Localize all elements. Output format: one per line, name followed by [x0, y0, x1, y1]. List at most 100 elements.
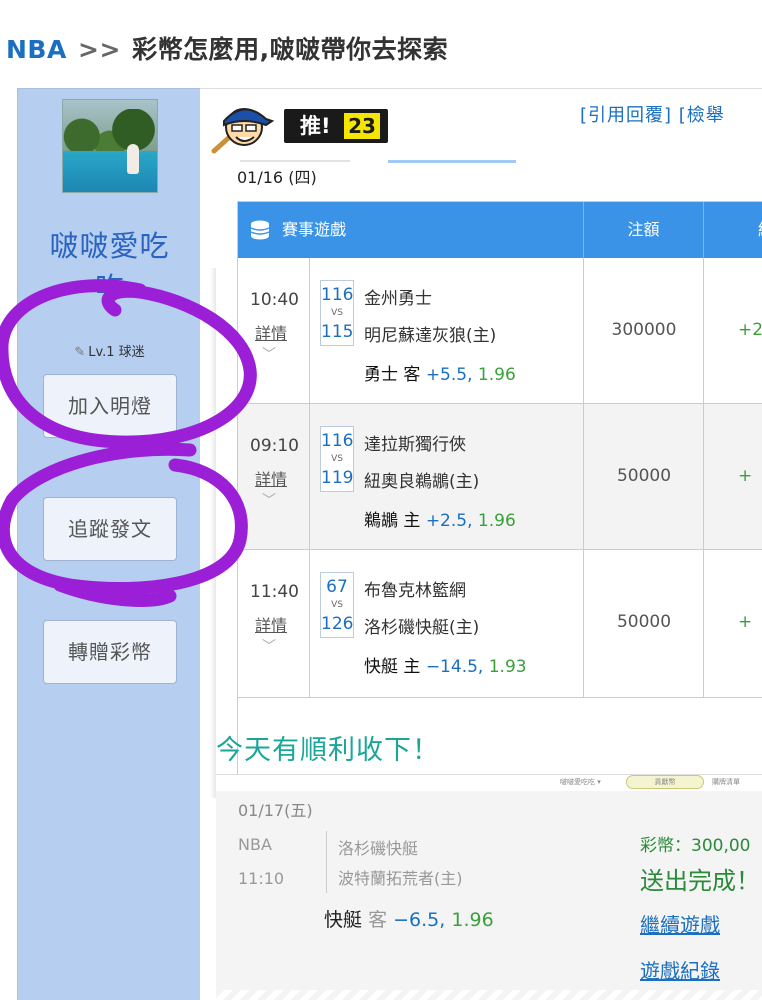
pick-odds: 1.93: [488, 657, 527, 677]
pick-sep: ,: [467, 511, 473, 531]
game-time: 11:40: [250, 582, 299, 602]
user-level: ✎ Lv.1 球迷: [18, 341, 201, 360]
ticket-pick: 快艇 客 −6.5, 1.96: [324, 905, 494, 932]
bet-pick: 勇士 客 +5.5, 1.96: [364, 360, 516, 385]
ticket-pick-sep: ,: [439, 909, 446, 931]
details-link[interactable]: 詳情: [255, 466, 287, 490]
game-records-link[interactable]: 遊戲紀錄: [640, 955, 720, 984]
ticket-team-away: 洛杉磯快艇: [338, 839, 419, 858]
username[interactable]: 啵啵愛吃: [18, 223, 201, 265]
team-home: 洛杉磯快艇(主): [364, 618, 480, 638]
time-cell: 09:10 詳情 ﹀: [238, 404, 310, 549]
bet-pick: 鵜鶘 主 +2.5, 1.96: [364, 506, 516, 531]
ticket-date: 01/17(五): [238, 801, 313, 820]
pick-line: −14.5: [425, 657, 478, 677]
score-away: 116: [321, 285, 354, 305]
post-headline: 今天有順利收下！: [216, 735, 440, 766]
score-box: 116 VS 119: [320, 426, 354, 492]
quote-reply-link[interactable]: [引用回覆]: [580, 105, 672, 126]
continue-game-link[interactable]: 繼續遊戲: [640, 909, 720, 938]
post-actions: [引用回覆] [檢舉: [580, 101, 725, 127]
chevron-down-icon[interactable]: ﹀: [262, 490, 276, 510]
table-header: 賽事遊戲 注額 結: [238, 202, 762, 258]
ticket-user-menu: 啵啵愛吃吃 ▾: [560, 778, 601, 786]
chevron-down-icon[interactable]: ﹀: [262, 344, 276, 364]
bet-amount: 50000: [616, 466, 672, 486]
push-label: 推!: [300, 114, 331, 138]
ticket-divider: [326, 831, 327, 893]
gift-coins-button[interactable]: 轉贈彩幣: [43, 620, 177, 684]
bet-pick: 快艇 主 −14.5, 1.93: [364, 652, 527, 677]
team-home: 紐奧良鵜鶘(主): [364, 472, 480, 492]
chevron-down-icon[interactable]: ﹀: [262, 636, 276, 656]
header-game: 賽事遊戲: [238, 202, 584, 258]
team-home: 明尼蘇達灰狼(主): [364, 326, 497, 346]
game-time: 10:40: [250, 290, 299, 310]
matchup-cell: 116 VS 119 達拉斯獨行俠 紐奧良鵜鶘(主) 鵜鶘 主 +2.5, 1.…: [310, 404, 584, 549]
score-home: 119: [321, 468, 354, 488]
details-link[interactable]: 詳情: [255, 320, 287, 344]
push-count: 23: [344, 113, 380, 139]
score-box: 67 VS 126: [320, 572, 354, 638]
amount-cell: 50000: [584, 404, 704, 549]
ticket-coins: 彩幣：300,00: [640, 836, 751, 856]
ticket-pick-odds: 1.96: [451, 909, 494, 931]
avatar[interactable]: [62, 99, 158, 193]
user-side-panel: 啵啵愛吃 吃 ✎ Lv.1 球迷 加入明燈 追蹤發文 轉贈彩幣: [17, 88, 200, 1000]
pick-side: 主: [403, 657, 421, 677]
pick-odds: 1.96: [477, 511, 516, 531]
pick-side: 客: [403, 365, 421, 385]
ticket-coin-badge: 貢獻幣: [626, 775, 704, 789]
ticket-time: 11:10: [238, 869, 285, 888]
score-away: 67: [326, 577, 348, 597]
pick-team: 快艇: [364, 657, 398, 677]
pick-line: +5.5: [425, 365, 468, 385]
header-amount: 注額: [584, 202, 704, 258]
add-light-button[interactable]: 加入明燈: [43, 374, 177, 438]
baseball-mascot-icon: [211, 108, 275, 154]
follow-posts-button[interactable]: 追蹤發文: [43, 497, 177, 561]
breadcrumb-section-link[interactable]: NBA: [6, 35, 67, 64]
vs-label: VS: [331, 308, 343, 318]
team-away: 布魯克林籃網: [364, 581, 466, 601]
username-line2[interactable]: 吃: [18, 265, 201, 293]
report-link[interactable]: [檢舉: [679, 105, 725, 126]
pick-odds: 1.96: [477, 365, 516, 385]
score-box: 116 VS 115: [320, 280, 354, 346]
score-home: 115: [321, 322, 354, 342]
pick-line: +2.5: [425, 511, 468, 531]
avatar-pool: [63, 150, 157, 192]
pick-side: 主: [403, 511, 421, 531]
tab-underline-inactive: [240, 160, 350, 162]
avatar-person: [126, 144, 139, 175]
bet-result: +: [738, 612, 753, 632]
bet-games-table: 賽事遊戲 注額 結 10:40 詳情 ﹀ 116 VS 115 金州勇士 明尼蘇…: [237, 201, 762, 781]
bet-result: +2: [738, 320, 762, 340]
card-shadow: [210, 268, 216, 798]
pencil-icon: ✎: [74, 345, 86, 360]
details-link[interactable]: 詳情: [255, 612, 287, 636]
ticket-torn-edge: [216, 990, 762, 1000]
time-cell: 10:40 詳情 ﹀: [238, 258, 310, 403]
table-row: 11:40 詳情 ﹀ 67 VS 126 布魯克林籃網 洛杉磯快艇(主) 快艇 …: [238, 550, 762, 698]
avatar-trees: [63, 109, 157, 156]
pick-team: 勇士: [364, 365, 398, 385]
team-away: 達拉斯獨行俠: [364, 435, 466, 455]
vs-label: VS: [331, 600, 343, 610]
score-home: 126: [321, 614, 354, 634]
push-counter[interactable]: 推! 23: [284, 109, 388, 143]
screenshot-ticket: 啵啵愛吃吃 ▾ 貢獻幣 購牌清單 01/17(五) NBA 11:10 洛杉磯快…: [216, 774, 762, 1000]
pick-sep: ,: [477, 657, 484, 677]
ticket-team-home: 波特蘭拓荒者(主): [338, 869, 463, 888]
vs-label: VS: [331, 454, 343, 464]
score-away: 116: [321, 431, 354, 451]
page-title: 彩幣怎麼用,啵啵帶你去探索: [132, 35, 449, 64]
tab-underline-active[interactable]: [388, 160, 516, 163]
ticket-top-bar: 啵啵愛吃吃 ▾ 貢獻幣 購牌清單: [216, 775, 762, 791]
amount-cell: 50000: [584, 550, 704, 697]
breadcrumb: NBA >> 彩幣怎麼用,啵啵帶你去探索: [6, 30, 448, 70]
breadcrumb-separator: >>: [78, 35, 121, 64]
user-level-text: Lv.1 球迷: [88, 345, 145, 360]
bet-amount: 300000: [611, 320, 677, 340]
table-row: 09:10 詳情 ﹀ 116 VS 119 達拉斯獨行俠 紐奧良鵜鶘(主) 鵜鶘…: [238, 404, 762, 550]
